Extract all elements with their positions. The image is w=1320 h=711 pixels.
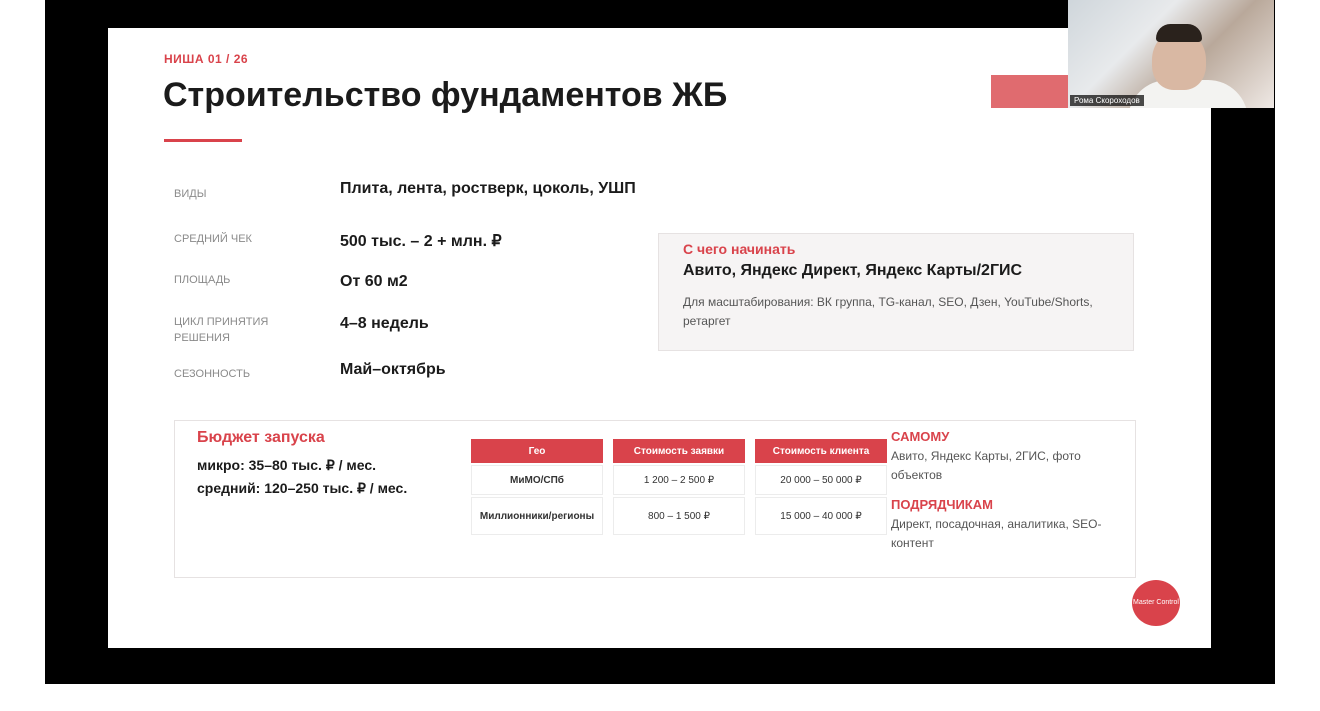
webcam-overlay: Рома Скороходов — [1068, 0, 1274, 108]
self-text: Авито, Яндекс Карты, 2ГИС, фото объектов — [891, 449, 1081, 482]
contractors-title: ПОДРЯДЧИКАМ — [891, 497, 993, 512]
start-scaling-note: Для масштабирования: ВК группа, TG-канал… — [683, 295, 1093, 328]
row-value-seasonality: Май–октябрь — [340, 361, 446, 378]
table-cell: 20 000 – 50 000 ₽ — [755, 465, 887, 495]
row-label-decision-cycle: ЦИКЛ ПРИНЯТИЯ РЕШЕНИЯ — [174, 316, 269, 344]
row-value-types: Плита, лента, ростверк, цоколь, УШП — [340, 180, 636, 197]
table-cell: 15 000 – 40 000 ₽ — [755, 497, 887, 535]
table-cell: Миллионники/регионы — [471, 497, 603, 535]
table-header-geo: Гео — [471, 439, 603, 463]
budget-box: Бюджет запуска микро: 35–80 тыс. ₽ / мес… — [174, 420, 1136, 578]
table-header-lead-cost: Стоимость заявки — [613, 439, 745, 463]
logo-text: Master Control — [1133, 599, 1179, 606]
table-row: МиМО/СПб 1 200 – 2 500 ₽ 20 000 – 50 000… — [471, 465, 887, 495]
brand-logo: Master Control — [1132, 580, 1180, 626]
decorative-red-bar — [991, 75, 1070, 108]
row-value-avg-check: 500 тыс. – 2 + млн. ₽ — [340, 233, 502, 250]
start-main-channels: Авито, Яндекс Директ, Яндекс Карты/2ГИС — [683, 262, 1023, 279]
row-label-types: ВИДЫ — [174, 188, 207, 200]
budget-table: Гео Стоимость заявки Стоимость клиента М… — [461, 437, 897, 537]
webcam-person-hair — [1156, 24, 1202, 42]
slide-kicker: НИША 01 / 26 — [164, 52, 249, 66]
slide-title: Строительство фундаментов ЖБ — [163, 76, 728, 114]
budget-title: Бюджет запуска — [197, 429, 325, 446]
self-title: САМОМУ — [891, 429, 950, 444]
row-label-avg-check: СРЕДНИЙ ЧЕК — [174, 233, 252, 245]
row-label-seasonality: СЕЗОННОСТЬ — [174, 368, 251, 380]
title-underline — [164, 139, 242, 142]
presentation-slide: НИША 01 / 26 Строительство фундаментов Ж… — [108, 28, 1211, 648]
table-cell: 800 – 1 500 ₽ — [613, 497, 745, 535]
budget-micro: микро: 35–80 тыс. ₽ / мес. — [197, 457, 377, 473]
row-value-area: От 60 м2 — [340, 273, 408, 290]
table-cell: МиМО/СПб — [471, 465, 603, 495]
budget-medium: средний: 120–250 тыс. ₽ / мес. — [197, 480, 408, 496]
start-box: С чего начинать Авито, Яндекс Директ, Ян… — [658, 233, 1134, 351]
table-header-client-cost: Стоимость клиента — [755, 439, 887, 463]
contractors-text: Директ, посадочная, аналитика, SEO-конте… — [891, 517, 1102, 550]
table-row: Миллионники/регионы 800 – 1 500 ₽ 15 000… — [471, 497, 887, 535]
webcam-name-label: Рома Скороходов — [1070, 95, 1144, 106]
row-value-decision-cycle: 4–8 недель — [340, 315, 429, 332]
start-title: С чего начинать — [683, 241, 796, 257]
row-label-area: ПЛОЩАДЬ — [174, 274, 231, 286]
table-cell: 1 200 – 2 500 ₽ — [613, 465, 745, 495]
